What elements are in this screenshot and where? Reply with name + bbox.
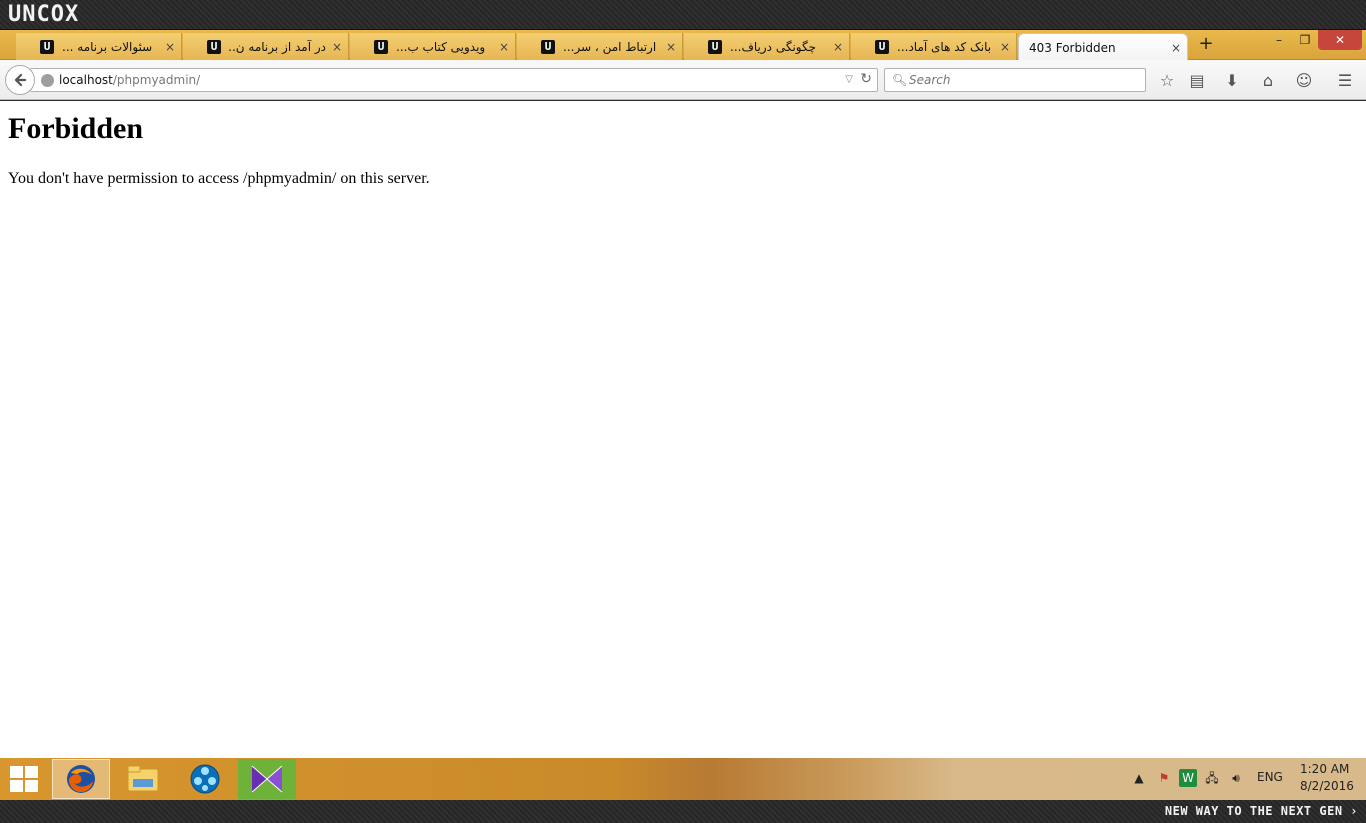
media-player-icon xyxy=(190,764,220,794)
tray-app-icon[interactable]: W xyxy=(1179,769,1197,787)
minimize-button[interactable]: – xyxy=(1266,30,1292,50)
taskbar-firefox[interactable] xyxy=(52,759,110,799)
tab-strip: U سئوالات برنامه ... × U در آمد از برنام… xyxy=(0,30,1366,61)
taskbar-file-explorer[interactable] xyxy=(114,759,172,799)
language-indicator[interactable]: ENG xyxy=(1257,770,1283,784)
brand-logo: UNCOX xyxy=(8,2,80,27)
tab-close-icon[interactable]: × xyxy=(159,40,181,54)
tab-active[interactable]: 403 Forbidden × xyxy=(1018,33,1188,61)
search-input[interactable] xyxy=(909,71,1139,89)
site-favicon-icon: U xyxy=(207,39,221,54)
star-icon[interactable]: ☆ xyxy=(1156,70,1178,92)
visual-studio-icon xyxy=(251,765,283,793)
top-brand-bar: UNCOX xyxy=(0,0,1366,30)
tab-close-icon[interactable]: × xyxy=(994,40,1016,54)
tab-title: چگونگی دریاف... xyxy=(730,39,817,54)
tab-6[interactable]: U بانک کد های آماد... × xyxy=(851,33,1017,60)
url-path: /phpmyadmin/ xyxy=(112,73,201,87)
tab-3[interactable]: U ویدویی کتاب ب... × xyxy=(350,33,516,60)
tab-4[interactable]: U ارتباط امن ، سر... × xyxy=(517,33,683,60)
show-hidden-icons-icon[interactable]: ▲ xyxy=(1130,769,1148,787)
tab-title: ویدویی کتاب ب... xyxy=(396,39,486,54)
site-favicon-icon: U xyxy=(875,39,889,54)
site-favicon-icon: U xyxy=(541,39,555,54)
tab-title: سئوالات برنامه ... xyxy=(62,39,153,54)
smiley-icon[interactable]: ☺ xyxy=(1293,70,1315,92)
home-icon[interactable]: ⌂ xyxy=(1257,70,1279,92)
windows-logo-icon xyxy=(10,766,23,778)
new-tab-button[interactable]: + xyxy=(1196,33,1216,57)
tab-title: ارتباط امن ، سر... xyxy=(563,39,657,54)
tab-5[interactable]: U چگونگی دریاف... × xyxy=(684,33,850,60)
back-button[interactable] xyxy=(5,65,35,95)
site-favicon-icon: U xyxy=(374,39,388,54)
close-window-button[interactable]: ✕ xyxy=(1318,30,1362,50)
volume-icon[interactable]: 🔊︎ xyxy=(1227,769,1245,787)
navigation-toolbar: localhost/phpmyadmin/ ▽ ↻ 🔍︎ ☆ ▤ ⬇ ⌂ ☺ ☰ xyxy=(0,60,1366,100)
file-explorer-icon xyxy=(127,765,159,792)
url-dropdown-icon[interactable]: ▽ xyxy=(845,74,853,85)
start-button[interactable] xyxy=(10,766,38,792)
tab-close-icon[interactable]: × xyxy=(660,40,682,54)
taskbar-media-player[interactable] xyxy=(176,759,234,799)
url-host: localhost xyxy=(59,73,113,87)
site-favicon-icon: U xyxy=(708,39,722,54)
taskbar-visual-studio[interactable] xyxy=(238,759,296,799)
tagline: NEW WAY TO THE NEXT GEN › xyxy=(1164,804,1358,818)
firefox-icon xyxy=(67,765,95,793)
search-bar[interactable]: 🔍︎ xyxy=(884,68,1146,92)
page-heading: Forbidden xyxy=(8,112,144,145)
address-bar[interactable]: localhost/phpmyadmin/ ▽ ↻ xyxy=(30,68,878,92)
reload-icon[interactable]: ↻ xyxy=(860,71,872,87)
clock-time[interactable]: 1:20 AM xyxy=(1300,762,1349,776)
action-center-flag-icon[interactable]: ⚑ xyxy=(1155,769,1173,787)
tab-title: در آمد از برنامه ن... xyxy=(229,39,326,54)
tab-close-icon[interactable]: × xyxy=(827,40,849,54)
menu-icon[interactable]: ☰ xyxy=(1334,70,1356,92)
error-message: You don't have permission to access /php… xyxy=(8,170,430,187)
reading-list-icon[interactable]: ▤ xyxy=(1186,70,1208,92)
tab-close-icon[interactable]: × xyxy=(326,40,348,54)
tab-title: 403 Forbidden xyxy=(1029,40,1116,55)
clock-date[interactable]: 8/2/2016 xyxy=(1300,779,1354,793)
bottom-brand-bar: NEW WAY TO THE NEXT GEN › xyxy=(0,800,1366,823)
taskbar: ▲ ⚑ W 🖧 🔊︎ ENG 1:20 AM 8/2/2016 xyxy=(0,758,1366,800)
page-content: Forbidden You don't have permission to a… xyxy=(0,101,1366,758)
search-icon: 🔍︎ xyxy=(892,73,908,87)
maximize-button[interactable]: ❐ xyxy=(1292,30,1318,50)
tab-close-icon[interactable]: × xyxy=(493,40,515,54)
back-arrow-icon xyxy=(14,73,27,87)
tab-title: بانک کد های آماد... xyxy=(897,39,992,54)
globe-icon xyxy=(41,74,54,87)
tab-close-icon[interactable]: × xyxy=(1165,41,1187,55)
url-text: localhost/phpmyadmin/ xyxy=(59,73,200,87)
download-icon[interactable]: ⬇ xyxy=(1221,70,1243,92)
tab-2[interactable]: U در آمد از برنامه ن... × xyxy=(183,33,349,60)
tab-1[interactable]: U سئوالات برنامه ... × xyxy=(16,33,182,60)
network-icon[interactable]: 🖧 xyxy=(1203,769,1221,787)
site-favicon-icon: U xyxy=(40,39,54,54)
